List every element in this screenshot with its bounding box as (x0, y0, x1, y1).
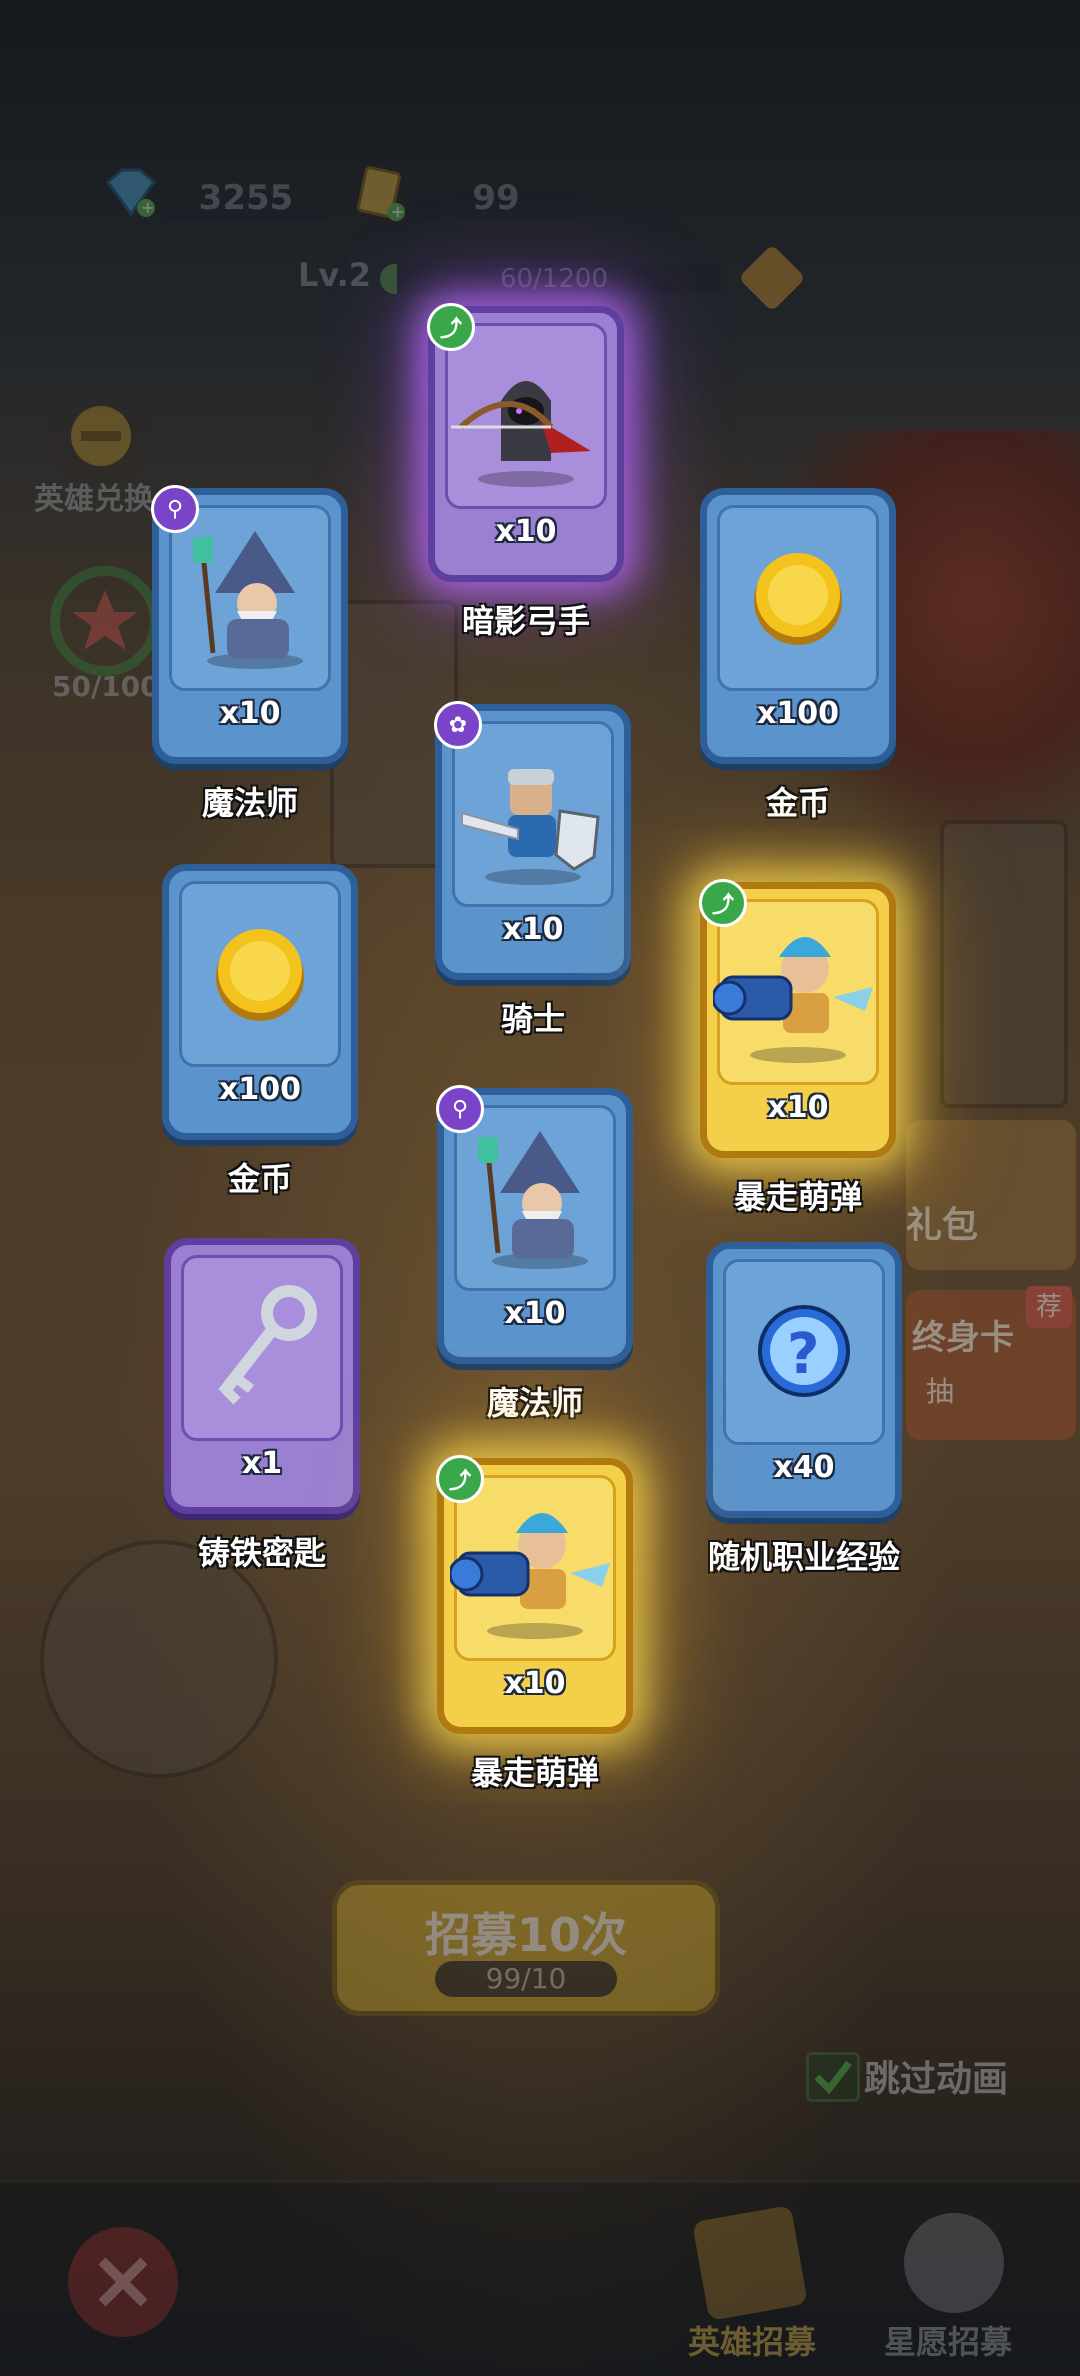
card-name: 暴走萌弹 (470, 1754, 599, 1792)
iron-key-icon (177, 1273, 347, 1427)
hero-recruit-icon[interactable] (692, 2205, 808, 2321)
gold-coin-icon (175, 899, 345, 1053)
shadow-archer-icon (441, 341, 611, 495)
hero-recruit-tab[interactable]: 英雄招募 (688, 2317, 816, 2363)
alert-icon[interactable] (738, 244, 806, 312)
card-quantity: x10 (502, 912, 564, 947)
reward-card[interactable]: x100 (162, 864, 358, 1140)
reward-card[interactable]: ⚲ x10 (436, 1085, 633, 1364)
card-name: 魔法师 (201, 784, 298, 822)
card-name: 魔法师 (486, 1384, 583, 1422)
class-badge-icon: ⚲ (151, 485, 199, 533)
recruit-ten-button[interactable]: 招募10次 99/10 (332, 1880, 720, 2016)
reward-card[interactable]: x1 (164, 1238, 360, 1514)
card-quantity: x10 (219, 696, 281, 731)
recruit-result-screen: + 3255 + 99 Lv.2 60/1200 英雄兑换 50/100 礼包 … (0, 0, 1080, 2376)
svg-text:+: + (141, 198, 154, 217)
card-quantity: x10 (495, 514, 557, 549)
card-quantity: x10 (767, 1090, 829, 1125)
skip-animation-label: 跳过动画 (864, 2059, 1009, 2100)
reward-card[interactable]: x100 (700, 488, 896, 764)
gem-icon[interactable]: + (100, 168, 160, 218)
bottom-nav: 英雄招募 星愿招募 (0, 2180, 1080, 2376)
card-quantity: x100 (219, 1072, 301, 1107)
card-quantity: x10 (504, 1666, 566, 1701)
card-name: 暗影弓手 (461, 602, 590, 640)
gold-coin-icon (713, 523, 883, 677)
skip-animation-checkbox[interactable] (806, 2052, 860, 2102)
cannon-decor (40, 1540, 278, 1778)
wizard-icon (165, 523, 335, 677)
reward-card[interactable]: ⤴ x10 (436, 1455, 633, 1734)
ticket-icon[interactable]: + (352, 164, 408, 222)
knight-icon (448, 739, 618, 893)
card-name: 金币 (227, 1160, 292, 1198)
recommend-badge: 荐 (1026, 1286, 1072, 1328)
hero-exchange-label: 英雄兑换 (34, 482, 154, 517)
cannon-gunner-icon (711, 917, 883, 1071)
card-quantity: x100 (757, 696, 839, 731)
class-badge-icon: ✿ (434, 701, 482, 749)
reward-card[interactable]: ✿ x10 (434, 701, 631, 980)
card-name: 随机职业经验 (707, 1538, 900, 1576)
collection-progress: 50/100 (52, 670, 160, 703)
reward-card[interactable]: ⤴ x10 (699, 879, 896, 1158)
star-wish-icon[interactable] (904, 2213, 1004, 2313)
recruit-ten-label: 招募10次 (424, 1908, 627, 1962)
lifetime-card-sub: 抽 (926, 1375, 955, 1408)
question-orb-icon: ? (719, 1277, 889, 1431)
cannon-gunner-icon (448, 1493, 620, 1647)
card-name: 暴走萌弹 (733, 1178, 862, 1216)
wizard-icon (450, 1123, 620, 1277)
card-quantity: x1 (241, 1446, 283, 1481)
gift-pack-button[interactable]: 礼包 (906, 1120, 1076, 1270)
class-badge-icon: ⤴ (699, 879, 747, 927)
reward-card[interactable]: ⚲ x10 (151, 485, 348, 764)
collection-ring[interactable] (50, 566, 160, 676)
card-quantity: x40 (773, 1450, 835, 1485)
class-badge-icon: ⚲ (436, 1085, 484, 1133)
level-progress-bar: 60/1200 (380, 264, 728, 294)
card-quantity: x10 (504, 1296, 566, 1331)
class-badge-icon: ⤴ (436, 1455, 484, 1503)
level-progress-text: 60/1200 (499, 264, 608, 294)
close-button[interactable] (68, 2227, 178, 2337)
card-name: 金币 (765, 784, 830, 822)
card-name: 铸铁密匙 (197, 1534, 326, 1572)
class-badge-icon: ⤴ (427, 303, 475, 351)
gem-count: 3255 (160, 176, 332, 220)
ticket-count: 99 (412, 176, 580, 220)
star-wish-recruit-tab[interactable]: 星愿招募 (884, 2317, 1012, 2363)
level-label: Lv.2 (298, 256, 372, 294)
castle-tower (940, 820, 1068, 1108)
reward-card[interactable]: ⤴ x10 (427, 303, 624, 582)
hero-exchange-button[interactable] (46, 386, 156, 486)
reward-card[interactable]: ? x40 (706, 1242, 902, 1518)
lifetime-card-label: 终身卡 (912, 1318, 1014, 1358)
card-name: 骑士 (500, 1000, 565, 1038)
recruit-cost: 99/10 (435, 1961, 617, 1997)
lifetime-card-button[interactable]: 终身卡 抽 荐 (906, 1286, 1076, 1440)
svg-text:+: + (391, 202, 404, 221)
svg-text:?: ? (787, 1322, 819, 1387)
